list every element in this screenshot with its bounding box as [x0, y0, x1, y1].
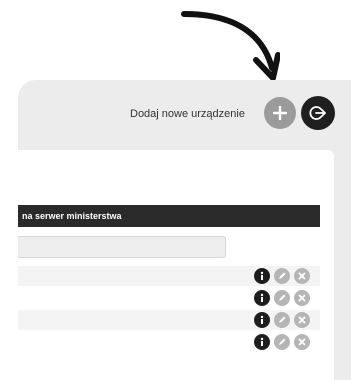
info-icon	[260, 293, 264, 302]
edit-icon	[279, 338, 286, 345]
add-device-label: Dodaj nowe urządzenie	[130, 108, 245, 120]
plus-icon	[273, 106, 287, 120]
delete-button[interactable]	[294, 312, 310, 328]
info-icon	[260, 271, 264, 280]
delete-icon	[298, 316, 306, 324]
pointer-arrow	[181, 11, 280, 81]
row-actions	[254, 312, 310, 328]
edit-button[interactable]	[274, 334, 290, 350]
table-header: na serwer ministerstwa	[18, 205, 320, 227]
info-button[interactable]	[254, 268, 270, 284]
table-row	[18, 310, 320, 330]
edit-button[interactable]	[274, 290, 290, 306]
delete-icon	[298, 294, 306, 302]
row-actions	[254, 268, 310, 284]
info-icon	[260, 337, 264, 346]
info-button[interactable]	[254, 334, 270, 350]
delete-icon	[298, 338, 306, 346]
delete-button[interactable]	[294, 290, 310, 306]
info-button[interactable]	[254, 312, 270, 328]
edit-icon	[279, 294, 286, 301]
logout-icon	[309, 106, 326, 120]
edit-icon	[279, 316, 286, 323]
delete-button[interactable]	[294, 334, 310, 350]
info-icon	[260, 315, 264, 324]
filter-input[interactable]	[18, 236, 226, 258]
table-row	[18, 288, 320, 308]
delete-button[interactable]	[294, 268, 310, 284]
row-actions	[254, 334, 310, 350]
edit-button[interactable]	[274, 312, 290, 328]
table-header-label: na serwer ministerstwa	[22, 211, 122, 221]
table-row	[18, 332, 320, 352]
row-actions	[254, 290, 310, 306]
table-row	[18, 266, 320, 286]
edit-icon	[279, 272, 286, 279]
logout-button[interactable]	[301, 96, 335, 130]
devices-card: na serwer ministerstwa	[18, 150, 334, 380]
info-button[interactable]	[254, 290, 270, 306]
delete-icon	[298, 272, 306, 280]
edit-button[interactable]	[274, 268, 290, 284]
add-device-button[interactable]	[264, 97, 296, 129]
